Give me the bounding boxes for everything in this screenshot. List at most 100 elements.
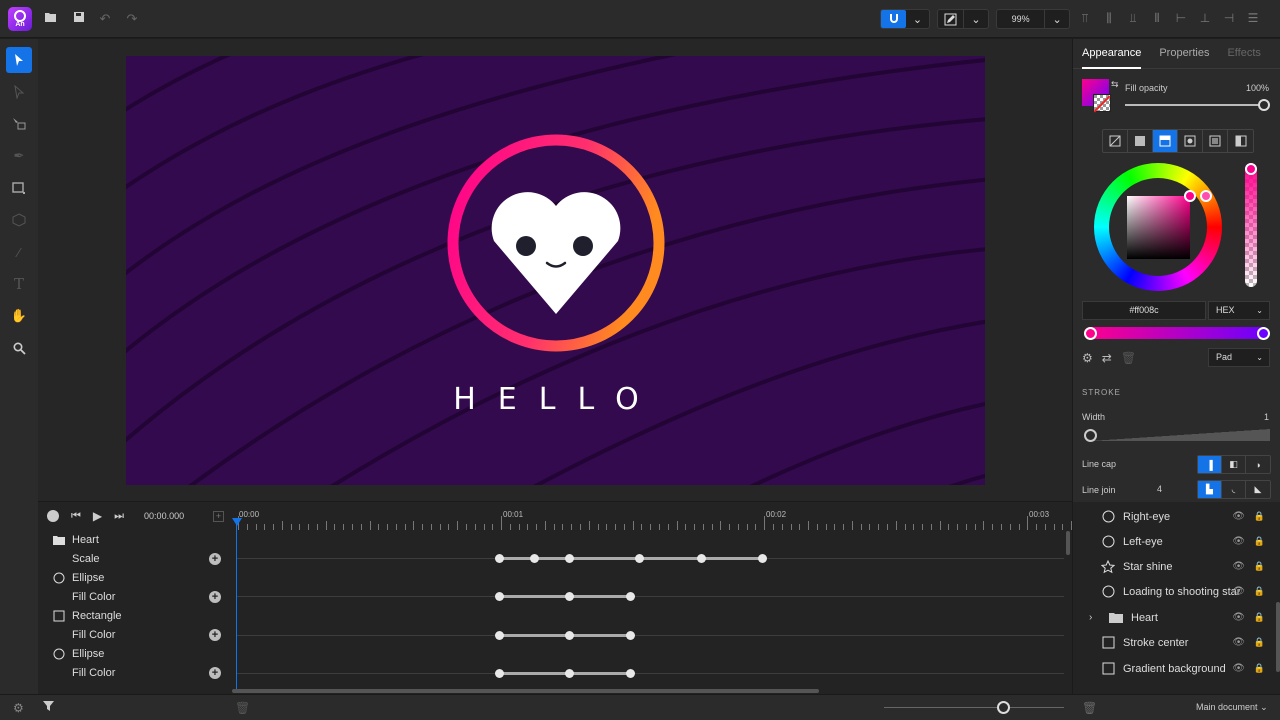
keyframe[interactable] <box>495 669 504 678</box>
alpha-slider[interactable] <box>1245 163 1257 287</box>
radial-gradient-icon[interactable] <box>1178 130 1203 152</box>
skip-forward-icon[interactable]: ⏭ <box>114 510 124 523</box>
timeline-trash-icon[interactable]: 🗑 <box>235 701 250 715</box>
lock-icon[interactable]: 🔒 <box>1254 561 1265 572</box>
lock-icon[interactable]: 🔒 <box>1254 536 1265 547</box>
alpha-handle[interactable] <box>1245 163 1257 175</box>
align-left-icon[interactable]: ⊢ <box>1174 11 1188 25</box>
track-fill-color-3[interactable]: Fill Color <box>38 663 233 682</box>
magnet-snap-button[interactable] <box>881 10 906 28</box>
lock-icon[interactable]: 🔒 <box>1254 586 1265 597</box>
keyframe[interactable] <box>495 631 504 640</box>
lock-icon[interactable]: 🔒 <box>1254 637 1265 648</box>
eye-icon[interactable]: 👁 <box>1232 536 1245 547</box>
reverse-gradient-icon[interactable]: ⇄ <box>1102 351 1112 365</box>
eye-icon[interactable]: 👁 <box>1232 663 1245 674</box>
gradient-bar[interactable] <box>1084 327 1269 339</box>
eyedropper-tool-icon[interactable]: ⁄ <box>6 239 32 265</box>
chevron-right-icon[interactable]: › <box>1089 612 1092 623</box>
transform-tool-icon[interactable] <box>6 111 32 137</box>
fill-opacity-slider[interactable] <box>1125 104 1260 106</box>
playhead-line[interactable] <box>236 520 237 692</box>
add-keyframe-scale-icon[interactable]: + <box>209 553 221 565</box>
lock-icon[interactable]: 🔒 <box>1254 612 1265 623</box>
align-right-icon[interactable]: ⊣ <box>1222 11 1236 25</box>
eye-icon[interactable]: 👁 <box>1232 586 1245 597</box>
track-rectangle[interactable]: Rectangle <box>38 606 233 625</box>
butt-cap-icon[interactable]: ▐ <box>1198 456 1222 473</box>
keyframe[interactable] <box>626 631 635 640</box>
stroke-width-knob[interactable] <box>1084 429 1097 442</box>
add-keyframe-fill-2-icon[interactable]: + <box>209 629 221 641</box>
hue-picker-handle[interactable] <box>1200 190 1212 202</box>
spread-select[interactable]: Pad ⌄ <box>1208 348 1270 367</box>
track-heart[interactable]: Heart <box>38 530 233 549</box>
saturation-square[interactable] <box>1127 196 1190 259</box>
app-logo[interactable]: An <box>8 7 32 31</box>
stage[interactable]: HELLO <box>126 56 985 485</box>
track-fill-color-1[interactable]: Fill Color <box>38 587 233 606</box>
fill-opacity-knob[interactable] <box>1258 99 1270 111</box>
timeline-zoom-knob[interactable] <box>997 701 1010 714</box>
timeline-vertical-scrollbar[interactable] <box>1066 531 1070 555</box>
distribute-vertical-icon[interactable]: ⦀ <box>1150 11 1164 25</box>
no-fill-icon[interactable] <box>1103 130 1128 152</box>
hand-tool-icon[interactable]: ✋ <box>6 303 32 329</box>
undo-icon[interactable]: ↶ <box>97 11 113 27</box>
record-icon[interactable] <box>47 510 59 522</box>
keyframe[interactable] <box>626 592 635 601</box>
rectangle-tool-icon[interactable] <box>6 175 32 201</box>
solid-fill-icon[interactable] <box>1128 130 1153 152</box>
keyframe[interactable] <box>758 554 767 563</box>
square-cap-icon[interactable]: ◧ <box>1222 456 1246 473</box>
lock-icon[interactable]: 🔒 <box>1254 511 1265 522</box>
round-join-icon[interactable]: ◟ <box>1222 481 1246 498</box>
edit-dropdown-chevron-icon[interactable]: ⌄ <box>964 10 988 28</box>
image-fill-icon[interactable] <box>1228 130 1253 152</box>
eye-icon[interactable]: 👁 <box>1232 637 1245 648</box>
color-mode-select[interactable]: HEX ⌄ <box>1208 301 1270 320</box>
play-icon[interactable]: ▶ <box>93 509 102 523</box>
pen-tool-icon[interactable]: ✒ <box>6 143 32 169</box>
hex-input[interactable]: #ff008c <box>1082 301 1206 320</box>
distribute-horizontal-icon[interactable]: ☰ <box>1246 11 1260 25</box>
zoom-dropdown-chevron-icon[interactable]: ⌄ <box>1045 10 1069 28</box>
gradient-stop-end[interactable] <box>1257 327 1270 340</box>
layers-trash-icon[interactable]: 🗑 <box>1082 701 1097 715</box>
align-top-icon[interactable]: ⫪ <box>1078 11 1092 25</box>
swap-colors-icon[interactable]: ⇆ <box>1111 79 1119 90</box>
settings-gear-icon[interactable]: ⚙ <box>13 701 24 715</box>
add-keyframe-fill-3-icon[interactable]: + <box>209 667 221 679</box>
save-icon[interactable] <box>71 11 87 27</box>
layer-row-heart[interactable]: › Heart 👁 🔒 <box>1073 605 1273 630</box>
keyframe[interactable] <box>626 669 635 678</box>
layer-row-loading-star[interactable]: Loading to shooting star 👁 🔒 <box>1073 579 1273 604</box>
gradient-stop-start[interactable] <box>1084 327 1097 340</box>
skip-back-icon[interactable]: ⏮ <box>71 510 81 523</box>
layer-row-right-eye[interactable]: Right-eye 👁 🔒 <box>1073 504 1273 529</box>
stroke-swatch[interactable] <box>1093 94 1111 112</box>
pencil-square-button[interactable] <box>938 10 963 28</box>
keyframe[interactable] <box>565 631 574 640</box>
snap-dropdown-chevron-icon[interactable]: ⌄ <box>906 10 929 28</box>
text-tool-icon[interactable]: T <box>6 271 32 297</box>
round-cap-icon[interactable]: ◑ <box>1246 456 1270 473</box>
tab-appearance[interactable]: Appearance <box>1082 39 1142 69</box>
tab-effects[interactable]: Effects <box>1227 39 1260 69</box>
miter-limit-value[interactable]: 4 <box>1157 484 1162 494</box>
linear-gradient-icon[interactable] <box>1153 130 1178 152</box>
layers-scrollbar[interactable] <box>1276 602 1280 672</box>
open-folder-icon[interactable] <box>43 11 59 27</box>
filter-icon[interactable] <box>43 701 54 715</box>
keyframe[interactable] <box>565 554 574 563</box>
playhead-handle[interactable] <box>232 518 242 526</box>
select-tool-arrow-icon[interactable] <box>6 47 32 73</box>
bevel-join-icon[interactable]: ◣ <box>1246 481 1270 498</box>
color-picker-handle[interactable] <box>1184 190 1196 202</box>
layer-row-stroke-center[interactable]: Stroke center 👁 🔒 <box>1073 630 1273 655</box>
redo-icon[interactable]: ↷ <box>124 11 140 27</box>
eye-icon[interactable]: 👁 <box>1232 612 1245 623</box>
keyframe[interactable] <box>495 592 504 601</box>
eye-icon[interactable]: 👁 <box>1232 511 1245 522</box>
timeline-horizontal-scrollbar[interactable] <box>232 689 819 693</box>
